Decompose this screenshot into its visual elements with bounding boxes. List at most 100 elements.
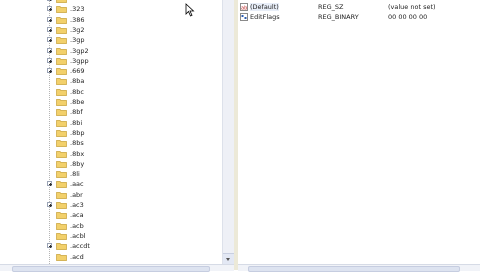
- folder-icon: [56, 68, 67, 75]
- folder-icon: [56, 109, 67, 117]
- expand-plus-icon[interactable]: [47, 243, 52, 249]
- tree-item-label: .acd: [70, 252, 84, 261]
- folder-icon: [56, 253, 67, 261]
- tree-item-label: .8bx: [70, 149, 85, 158]
- folder-icon: [56, 212, 67, 220]
- folder-icon: [56, 202, 67, 209]
- tree-item[interactable]: .8bx: [0, 149, 222, 159]
- tree-item-label: .8bi: [70, 118, 83, 127]
- tree-item-label: .ac3: [70, 201, 84, 209]
- value-data: (value not set): [388, 3, 436, 11]
- tree-item-label: .8by: [70, 159, 85, 168]
- folder-icon: [56, 37, 67, 45]
- tree-item-label: .aca: [70, 211, 84, 220]
- svg-text:ab: ab: [241, 6, 247, 12]
- folder-icon: [56, 130, 67, 137]
- tree-item[interactable]: .8bf: [0, 107, 222, 117]
- tree-item[interactable]: .8ba: [0, 76, 222, 86]
- expand-plus-icon[interactable]: [47, 26, 52, 32]
- tree-vertical-scrollbar[interactable]: [222, 0, 234, 264]
- folder-icon: [56, 150, 67, 158]
- expand-plus-icon[interactable]: [47, 181, 52, 187]
- tree-item[interactable]: .8by: [0, 159, 222, 169]
- folder-icon: [56, 171, 67, 178]
- tree-item[interactable]: .acd: [0, 252, 222, 262]
- folder-icon: [56, 16, 67, 24]
- values-list[interactable]: [238, 0, 480, 264]
- tree-item-label: .acb: [70, 221, 84, 230]
- scroll-down-arrow-icon[interactable]: [223, 253, 234, 264]
- value-name: EditFlags: [250, 13, 280, 21]
- folder-icon: [56, 140, 67, 148]
- expand-plus-icon[interactable]: [47, 202, 52, 207]
- tree-item[interactable]: .aca: [0, 210, 222, 220]
- tree-item[interactable]: .accdt: [0, 241, 222, 251]
- value-row-editflags[interactable]: EditFlags REG_BINARY 00 00 00 00: [238, 12, 470, 22]
- folder-icon: [56, 57, 67, 65]
- folder-icon: [56, 6, 67, 14]
- registry-key-tree[interactable]: * .323.386.3g2 .3gp.3gp2.3gpp .669.8ba.8bc.…: [0, 0, 222, 264]
- tree-item[interactable]: .3gp: [0, 35, 222, 45]
- tree-item-label: .386: [70, 15, 85, 24]
- tree-item-label: .8li: [70, 170, 80, 179]
- tree-item-label: .8bf: [70, 108, 83, 117]
- binary-value-icon: [240, 13, 248, 21]
- expand-plus-icon[interactable]: [47, 6, 52, 12]
- tree-item[interactable]: .669: [0, 66, 222, 76]
- folder-icon: [56, 243, 67, 251]
- tree-item-label: .aac: [70, 180, 84, 189]
- expand-plus-icon[interactable]: [47, 0, 52, 1]
- tree-item[interactable]: .3gpp: [0, 56, 222, 66]
- mouse-pointer-icon: [185, 3, 195, 17]
- tree-item-label: .accdt: [70, 242, 90, 251]
- folder-icon: [56, 47, 67, 55]
- tree-item-label: *: [70, 0, 73, 3]
- tree-item-label: .8bs: [70, 139, 84, 148]
- expand-plus-icon[interactable]: [47, 68, 52, 74]
- folder-icon: [56, 191, 67, 199]
- tree-item[interactable]: .8li: [0, 169, 222, 179]
- tree-item-label: .acbl: [70, 231, 86, 240]
- expand-plus-icon[interactable]: [47, 57, 52, 63]
- folder-icon: [56, 233, 67, 240]
- values-scroll-thumb[interactable]: [248, 266, 460, 272]
- tree-item[interactable]: .ac3: [0, 200, 222, 210]
- tree-item-label: .3g2: [70, 25, 85, 34]
- tree-item[interactable]: .acbl: [0, 231, 222, 241]
- tree-item-label: .3gpp: [70, 56, 89, 65]
- value-row-default[interactable]: ab (Default) REG_SZ (value not set): [238, 2, 470, 12]
- tree-scroll-thumb[interactable]: [12, 266, 210, 272]
- tree-item[interactable]: .3gp2: [0, 46, 222, 56]
- tree-item[interactable]: .acb: [0, 221, 222, 231]
- folder-icon: [56, 119, 67, 127]
- tree-item[interactable]: .8bs: [0, 138, 222, 148]
- value-type: REG_BINARY: [318, 13, 359, 21]
- expand-plus-icon[interactable]: [47, 37, 52, 43]
- tree-item[interactable]: .8bc: [0, 87, 222, 97]
- tree-item-label: .8bp: [70, 128, 85, 137]
- tree-item-label: .323: [70, 5, 85, 14]
- tree-item-label: .8be: [70, 98, 85, 106]
- value-data: 00 00 00 00: [388, 13, 428, 21]
- tree-item-label: .8bc: [70, 87, 84, 96]
- expand-plus-icon[interactable]: [47, 16, 52, 22]
- folder-icon: [56, 88, 67, 96]
- tree-item[interactable]: .aac: [0, 179, 222, 189]
- tree-item-label: .abr: [70, 190, 83, 199]
- value-name: (Default): [250, 3, 279, 11]
- folder-icon: [56, 78, 67, 86]
- folder-icon: [56, 222, 67, 230]
- tree-item-label: .3gp: [70, 36, 85, 45]
- tree-item[interactable]: .8be: [0, 97, 222, 107]
- tree-item-label: .669: [70, 67, 85, 76]
- tree-item[interactable]: .3g2: [0, 25, 222, 35]
- value-type: REG_SZ: [318, 3, 344, 11]
- folder-icon: [56, 160, 67, 168]
- tree-item[interactable]: .8bi: [0, 118, 222, 128]
- folder-icon: [56, 99, 67, 106]
- expand-plus-icon[interactable]: [47, 47, 52, 53]
- tree-item[interactable]: .abr: [0, 190, 222, 200]
- folder-icon: [56, 0, 67, 3]
- folder-icon: [56, 27, 67, 34]
- tree-item[interactable]: .8bp: [0, 128, 222, 138]
